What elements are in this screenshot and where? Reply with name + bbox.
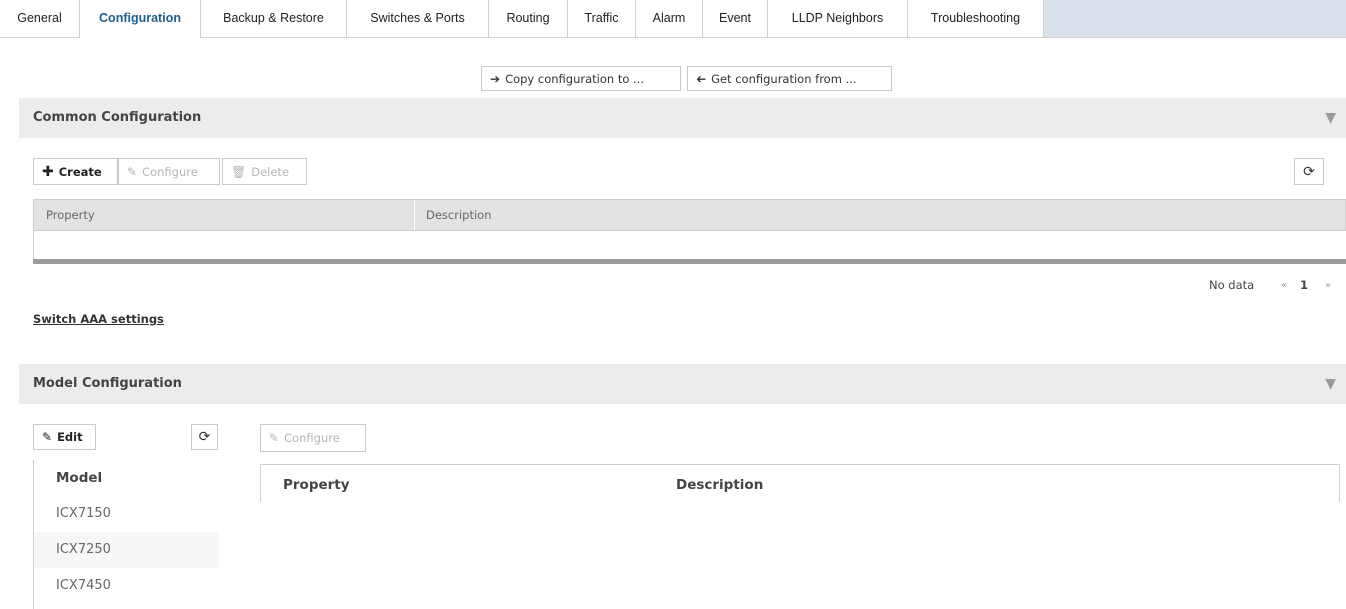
common-configuration-header[interactable]: Common Configuration ▼ [19,98,1346,138]
tab-alarm[interactable]: Alarm [636,0,703,37]
refresh-icon: ⟳ [198,429,211,445]
delete-label: Delete [251,164,290,179]
horizontal-scrollbar[interactable] [33,259,1346,264]
arrow-left-icon: ➔ [696,71,707,86]
tab-switches-ports[interactable]: Switches & Ports [347,0,489,37]
pager-next[interactable]: » [1325,280,1331,291]
model-column-header-description[interactable]: Description [676,465,763,505]
common-configuration-title: Common Configuration [33,110,202,125]
refresh-icon: ⟳ [1303,163,1315,180]
tab-configuration[interactable]: Configuration [80,0,201,38]
tab-lldp-neighbors[interactable]: LLDP Neighbors [768,0,908,37]
no-data-text: No data [1209,278,1255,292]
model-column-header-property[interactable]: Property [283,465,350,505]
model-list-item[interactable]: ICX7450 [34,568,219,604]
collapse-caret-icon[interactable]: ▼ [1325,98,1336,138]
column-header-property[interactable]: Property [46,200,95,230]
model-property-table: Property Description [260,464,1340,502]
model-configuration-header[interactable]: Model Configuration ▼ [19,364,1346,404]
copy-configuration-button[interactable]: ➔ Copy configuration to ... [481,66,681,91]
model-list-item[interactable]: ICX7250 [34,532,219,568]
tab-routing[interactable]: Routing [489,0,568,37]
model-configure-label: Configure [284,431,340,445]
tab-bar-divider [0,37,1346,38]
trash-icon: 🗑 [231,164,247,179]
arrow-right-icon: ➔ [490,71,501,86]
plus-icon: ✚ [42,163,54,180]
column-separator [414,200,415,230]
model-refresh-button[interactable]: ⟳ [191,424,218,450]
pager-prev[interactable]: « [1281,280,1287,291]
collapse-caret-icon[interactable]: ▼ [1325,364,1336,404]
tab-bar: General Configuration Backup & Restore S… [0,0,1346,38]
tab-troubleshooting[interactable]: Troubleshooting [908,0,1044,37]
model-configuration-title: Model Configuration [33,376,182,391]
column-header-description[interactable]: Description [426,200,492,230]
model-list-header: Model [56,470,103,486]
pencil-icon: ✎ [127,164,138,179]
pencil-icon: ✎ [269,431,280,445]
pencil-icon: ✎ [42,430,53,444]
common-table-header: Property Description [33,199,1346,231]
tab-bar-filler [1044,0,1346,38]
get-configuration-label: Get configuration from ... [711,71,857,86]
edit-button[interactable]: ✎ Edit [33,424,96,450]
create-button[interactable]: ✚ Create [33,158,118,185]
tab-general[interactable]: General [0,0,80,37]
delete-button[interactable]: 🗑 Delete [222,158,307,185]
edit-label: Edit [57,430,83,444]
copy-configuration-label: Copy configuration to ... [505,71,644,86]
configure-label: Configure [142,164,198,179]
switch-aaa-settings-link[interactable]: Switch AAA settings [33,312,164,326]
model-configure-button[interactable]: ✎ Configure [260,424,366,452]
common-table-body [33,231,1346,259]
create-label: Create [58,164,102,179]
refresh-button[interactable]: ⟳ [1294,158,1324,185]
model-list: Model ICX7150 ICX7250 ICX7450 [33,460,219,609]
get-configuration-button[interactable]: ➔ Get configuration from ... [687,66,892,91]
pager-current-page[interactable]: 1 [1300,278,1308,292]
model-list-item[interactable]: ICX7150 [34,496,219,532]
tab-event[interactable]: Event [703,0,768,37]
configure-button[interactable]: ✎ Configure [118,158,220,185]
tab-traffic[interactable]: Traffic [568,0,636,37]
tab-backup-restore[interactable]: Backup & Restore [201,0,347,37]
